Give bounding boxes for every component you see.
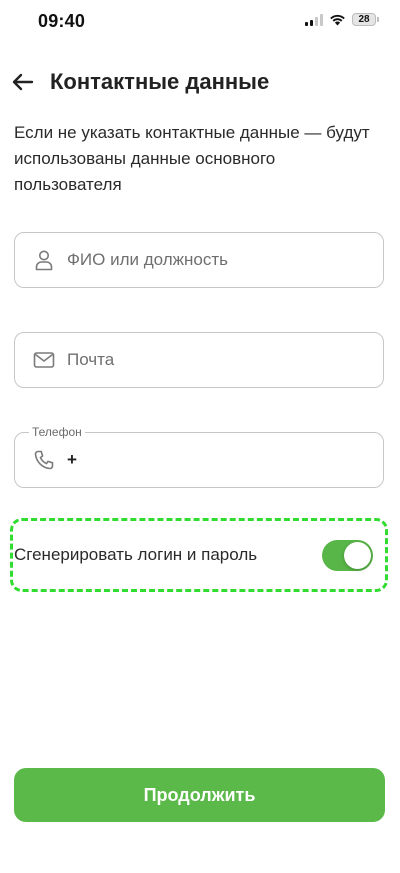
generate-credentials-label: Сгенерировать логин и пароль [14,545,258,564]
phone-value: + [67,450,77,469]
arrow-left-icon [12,73,34,91]
continue-button[interactable]: Продолжить [14,768,385,822]
email-field[interactable]: Почта [14,332,384,388]
phone-icon [33,449,55,471]
toggle-knob [344,541,371,569]
person-icon [33,249,55,271]
status-time: 09:40 [38,11,86,31]
battery-icon: 28 [352,13,379,26]
status-icons: 28 [305,13,379,26]
description-text: Если не указать контактные данные — буду… [14,123,370,194]
generate-credentials-row: Сгенерировать логин и пароль [10,518,388,592]
page-title: Контактные данные [50,69,270,94]
battery-level: 28 [358,14,370,25]
name-placeholder: ФИО или должность [67,250,229,269]
phone-label: Телефон [29,424,85,440]
wifi-icon [330,14,345,25]
generate-credentials-toggle[interactable] [322,539,373,571]
email-placeholder: Почта [67,350,115,369]
phone-field[interactable]: Телефон + [14,424,384,488]
status-bar: 09:40 28 [0,0,400,44]
name-field[interactable]: ФИО или должность [14,232,384,288]
header: Контактные данные [12,62,269,102]
mail-icon [33,349,55,371]
back-button[interactable] [12,71,34,93]
signal-icon [305,13,323,26]
